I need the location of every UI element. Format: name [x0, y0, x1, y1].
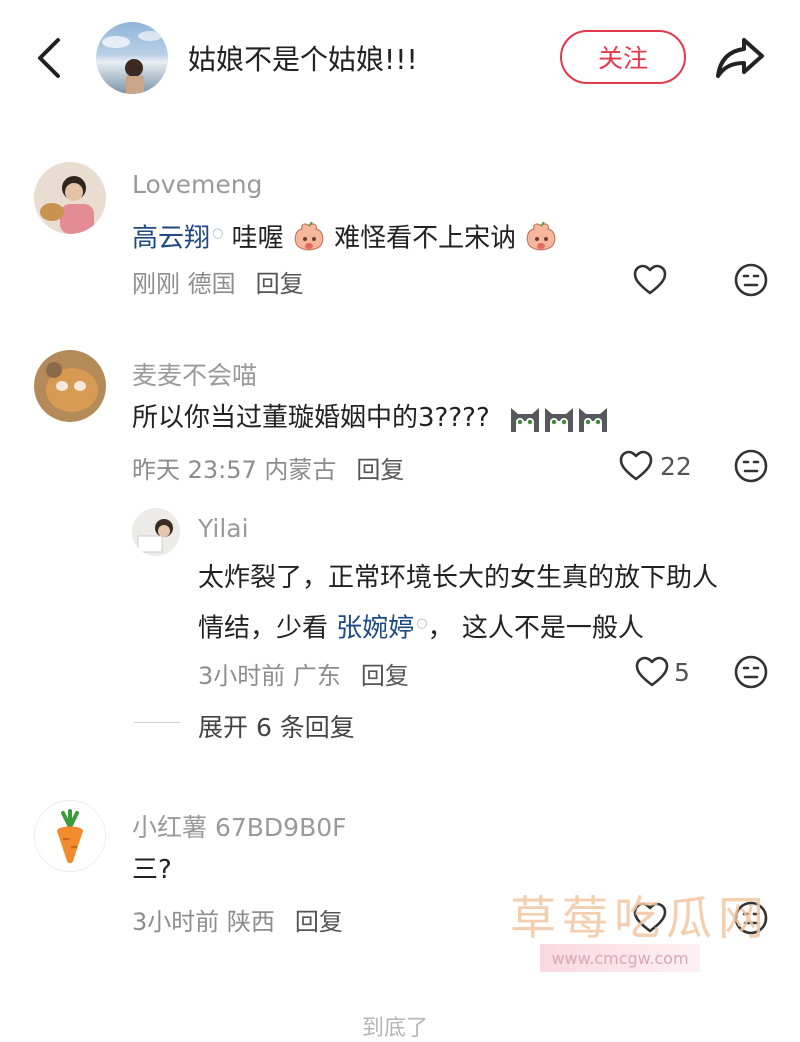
comment-username[interactable]: 小红薯 67BD9B0F [132, 808, 347, 844]
time-location: 刚刚 德国 [132, 270, 236, 298]
dislike-icon[interactable] [733, 448, 769, 484]
reply-meta: 3小时前 广东 回复 [198, 656, 409, 691]
reply-button[interactable]: 回复 [361, 662, 409, 690]
time-location: 3小时前 广东 [198, 662, 341, 690]
mention-link[interactable]: 张婉婷 [336, 614, 414, 644]
heart-icon[interactable] [618, 448, 654, 484]
reply-button[interactable]: 回复 [356, 456, 404, 484]
comment-meta: 昨天 23:57 内蒙古 回复 [132, 450, 404, 485]
comment-meta: 3小时前 陕西 回复 [132, 902, 343, 937]
peach-emoji-icon [524, 221, 558, 256]
dislike-icon[interactable] [733, 262, 769, 298]
avatar[interactable] [34, 800, 106, 872]
reply-text-part: 情结，少看 [198, 613, 337, 644]
reply-username[interactable]: Yilai [198, 514, 249, 543]
back-icon[interactable] [30, 36, 70, 80]
avatar[interactable] [132, 508, 180, 556]
avatar[interactable] [34, 350, 106, 422]
author-avatar[interactable] [96, 22, 168, 94]
end-of-list-text: 到底了 [362, 1016, 429, 1041]
peach-emoji-icon [292, 221, 326, 256]
watermark-text: 草莓吃瓜网 [510, 891, 770, 945]
avatar[interactable] [34, 162, 106, 234]
divider [134, 722, 180, 723]
search-icon: ○ [416, 616, 428, 631]
reply-text-line: 情结，少看 张婉婷 ○， 这人不是一般人 [198, 604, 644, 649]
expand-replies-button[interactable]: 展开 6 条回复 [198, 708, 355, 744]
cat-emoji-icon [508, 402, 542, 436]
comment-meta: 刚刚 德国 回复 [132, 264, 304, 299]
follow-button[interactable]: 关注 [560, 30, 686, 84]
comment-text-part: 难怪看不上宋讷 [334, 223, 517, 254]
time-location: 3小时前 陕西 [132, 908, 275, 936]
dislike-icon[interactable] [733, 654, 769, 690]
cat-emoji-icon [576, 402, 610, 436]
like-count: 22 [660, 452, 692, 481]
comment-text-part: 哇喔 [231, 223, 284, 254]
comment-username[interactable]: Lovemeng [132, 170, 262, 199]
time-location: 昨天 23:57 内蒙古 [132, 456, 337, 484]
comment-text: 高云翔 ○ 哇喔 难怪看不上宋讷 [132, 214, 558, 259]
comment-text: 三? [132, 855, 172, 885]
reply-text-line: 太炸裂了，正常环境长大的女生真的放下助人 [198, 563, 719, 593]
reply-button[interactable]: 回复 [256, 270, 304, 298]
watermark-url: www.cmcgw.com [540, 944, 700, 972]
heart-icon[interactable] [632, 262, 668, 298]
comment-text: 所以你当过董璇婚姻中的3???? [132, 398, 610, 438]
heart-icon[interactable] [634, 654, 670, 690]
comment-text-part: 所以你当过董璇婚姻中的3???? [132, 403, 490, 433]
author-name: 姑娘不是个姑娘!!! [188, 43, 418, 76]
reply-button[interactable]: 回复 [295, 908, 343, 936]
carrot-icon [57, 809, 83, 864]
reply-text-part: ， 这人不是一般人 [427, 613, 644, 644]
mention-link[interactable]: 高云翔 [132, 224, 210, 254]
cat-emoji-icon [542, 402, 576, 436]
search-icon: ○ [212, 226, 224, 241]
share-icon[interactable] [712, 34, 768, 82]
like-count: 5 [674, 658, 690, 687]
comment-username[interactable]: 麦麦不会喵 [132, 356, 257, 392]
